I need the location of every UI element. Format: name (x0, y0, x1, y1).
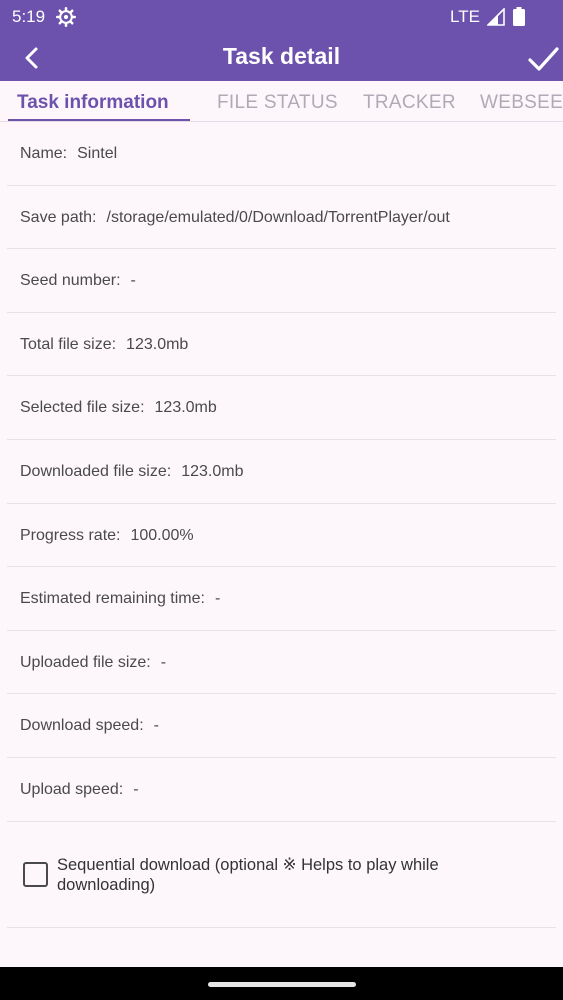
detail-label: Total file size: (20, 335, 117, 353)
detail-row-save-path: Save path: /storage/emulated/0/Download/T… (7, 186, 556, 250)
page-title: Task detail (222, 43, 341, 69)
detail-value: /storage/emulated/0/Download/TorrentPlay… (106, 208, 450, 226)
detail-value: 123.0mb (181, 462, 244, 480)
detail-row-downloaded-file-size: Downloaded file size: 123.0mb (7, 440, 556, 504)
tab-bar: Task information FILE STATUS TRACKER WEB… (0, 81, 563, 122)
sequential-download-option[interactable]: Sequential download (optional ※ Helps to… (7, 822, 556, 928)
detail-value: Sintel (77, 145, 118, 162)
settings-gear-icon (56, 7, 76, 27)
detail-value: - (153, 717, 159, 735)
detail-value: - (214, 590, 221, 608)
check-icon[interactable] (526, 42, 560, 76)
detail-label: Download speed: (20, 717, 144, 735)
detail-row-selected-file-size: Selected file size: 123.0mb (7, 376, 556, 440)
task-info-list: Name: Sintel Save path: /storage/emulated/… (0, 122, 563, 822)
navigation-bar (0, 967, 563, 1000)
app-bar: Task detail (0, 34, 563, 81)
sequential-download-label[interactable]: Sequential download (optional ※ Helps to… (57, 855, 517, 895)
detail-row-estimated-remaining-time: Estimated remaining time: - (7, 567, 556, 631)
sequential-download-checkbox[interactable] (23, 862, 48, 887)
home-gesture-handle[interactable] (208, 982, 356, 987)
detail-label: Upload speed: (20, 780, 124, 798)
detail-label: Name: (20, 145, 68, 162)
detail-row-seed-number: Seed number: - (7, 249, 556, 313)
tab-webseed[interactable]: WEBSEED (480, 92, 563, 114)
status-time: 5:19 (12, 7, 46, 26)
signal-icon (487, 8, 505, 26)
detail-label: Estimated remaining time: (20, 590, 205, 608)
detail-value: 123.0mb (154, 399, 217, 417)
active-tab-indicator (8, 119, 190, 121)
detail-value: - (130, 272, 136, 290)
tab-tracker[interactable]: TRACKER (363, 92, 456, 114)
detail-label: Save path: (20, 208, 97, 226)
detail-value: - (160, 653, 167, 671)
detail-row-download-speed: Download speed: - (7, 694, 556, 758)
detail-value: - (133, 780, 139, 798)
detail-label: Uploaded file size: (20, 653, 151, 671)
battery-icon (513, 7, 525, 26)
tab-task-information[interactable]: Task information (17, 92, 169, 114)
detail-value: 100.00% (130, 526, 194, 544)
detail-row-name: Name: Sintel (7, 122, 556, 186)
detail-row-upload-speed: Upload speed: - (7, 758, 556, 822)
detail-row-uploaded-file-size: Uploaded file size: - (7, 631, 556, 695)
detail-label: Seed number: (20, 272, 121, 290)
detail-row-total-file-size: Total file size: 123.0mb (7, 313, 556, 377)
network-type: LTE (450, 7, 480, 26)
detail-label: Selected file size: (20, 399, 145, 417)
tab-file-status[interactable]: FILE STATUS (217, 92, 338, 114)
detail-value: 123.0mb (126, 335, 189, 353)
detail-label: Downloaded file size: (20, 462, 172, 480)
detail-row-progress-rate: Progress rate: 100.00% (7, 504, 556, 568)
detail-label: Progress rate: (20, 526, 121, 544)
status-bar: 5:19 LTE (0, 0, 563, 34)
